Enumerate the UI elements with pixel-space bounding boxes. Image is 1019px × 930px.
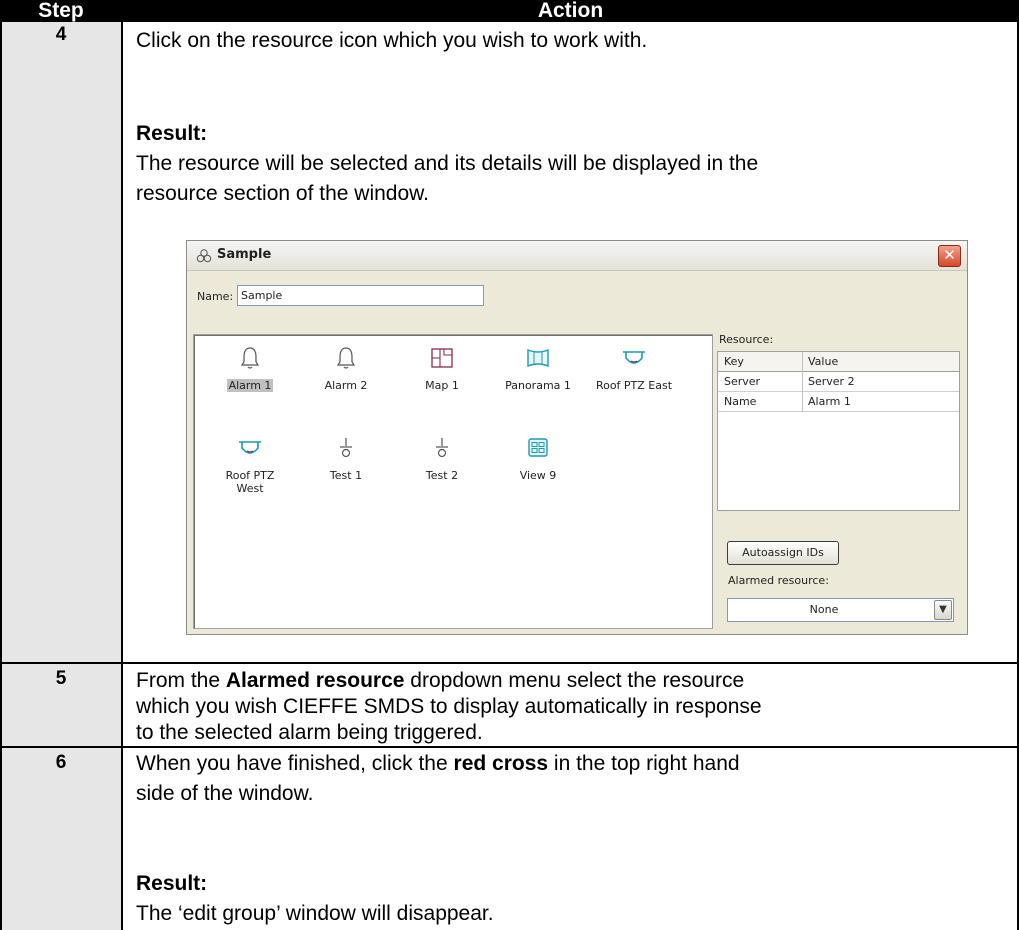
instruction-text: Click on the resource icon which you wis… [136,29,648,52]
text-run: dropdown menu select the resource [404,669,745,692]
panorama-icon [527,348,549,368]
kv-key: Name [724,395,757,408]
kv-header-row [718,352,959,372]
alarmed-resource-label: Alarmed resource: [728,574,829,587]
header-step: Step [38,0,84,22]
resource-item[interactable]: Panorama 1 [490,345,586,392]
sample-dialog: Sample ✕ Name: Alarm 1 Alarm 2 Map 1 [186,240,968,635]
resource-item[interactable]: View 9 [490,435,586,482]
kv-value: Server 2 [808,375,855,388]
resource-details-table: Key Value Server Server 2 Name Alarm 1 [717,351,960,511]
text-run: From the [136,669,226,692]
dropdown-value: None [809,603,839,616]
name-input[interactable] [237,285,484,306]
kv-value: Alarm 1 [808,395,851,408]
dialog-title: Sample [217,247,272,262]
instruction-text: which you wish CIEFFE SMDS to display au… [136,695,762,718]
resource-label: Alarm 1 [226,379,274,392]
name-label: Name: [197,290,234,303]
close-button[interactable]: ✕ [938,245,961,267]
switch-icon [436,438,448,458]
step-number: 6 [55,752,67,773]
resource-item[interactable]: Map 1 [394,345,490,392]
instruction-text: to the selected alarm being triggered. [136,721,483,744]
resource-item[interactable]: Test 2 [394,435,490,482]
resource-label: Map 1 [425,379,459,392]
kv-header-key: Key [724,355,744,368]
instruction-text: When you have finished, click the red cr… [136,750,740,778]
instruction-text: side of the window. [136,782,314,805]
resource-label-line: West [236,482,264,495]
resource-item[interactable]: Alarm 1 [202,345,298,392]
ptz-camera-icon [239,441,261,454]
result-text: The resource will be selected and its de… [136,152,759,175]
view-grid-icon [528,438,548,457]
header-action: Action [537,0,604,22]
resource-item[interactable]: Roof PTZ East [586,345,682,392]
resource-item[interactable]: Roof PTZ West [202,435,298,495]
table-border-left [0,22,2,930]
switch-icon [340,438,352,458]
chevron-down-icon[interactable]: ▼ [934,600,952,620]
alarmed-resource-dropdown[interactable]: None ▼ [727,598,954,622]
kv-key: Server [724,375,761,388]
row-divider [0,662,1019,664]
map-icon [431,348,453,368]
emphasis-alarmed-resource: Alarmed resource [225,669,405,692]
group-icon [196,249,212,263]
resource-label: Roof PTZ West [224,469,277,495]
dialog-titlebar: Sample ✕ [187,241,967,271]
resource-icons-panel[interactable]: Alarm 1 Alarm 2 Map 1 Panorama 1 Roof PT… [193,334,713,629]
resource-label: Test 1 [329,469,363,482]
result-label: Result: [136,872,208,895]
resource-item[interactable]: Alarm 2 [298,345,394,392]
autoassign-ids-button[interactable]: Autoassign IDs [727,541,839,565]
step-number: 4 [55,24,67,45]
column-divider [121,0,123,930]
instruction-text: From the Alarmed resource dropdown menu … [136,667,744,695]
resource-label: Alarm 2 [324,379,368,392]
column-separator [802,352,803,412]
resource-item[interactable]: Test 1 [298,435,394,482]
result-text: The ‘edit group’ window will disappear. [136,902,494,925]
resource-section-label: Resource: [719,333,774,346]
kv-header-value: Value [808,355,839,368]
step-column-shading [0,22,122,930]
resource-label: Test 2 [425,469,459,482]
ptz-camera-icon [623,351,645,364]
resource-label: Panorama 1 [505,379,571,392]
result-text: resource section of the window. [136,182,429,205]
text-run: When you have finished, click the [136,752,454,775]
text-run: in the top right hand [548,752,740,775]
bell-icon [336,347,356,369]
step-number: 5 [55,668,67,689]
bell-icon [240,347,260,369]
resource-label: Roof PTZ East [595,379,673,392]
emphasis-red-cross: red cross [453,752,549,775]
resource-label-line: Roof PTZ [225,469,275,482]
result-label: Result: [136,122,208,145]
resource-label: View 9 [519,469,557,482]
close-icon: ✕ [943,246,956,264]
